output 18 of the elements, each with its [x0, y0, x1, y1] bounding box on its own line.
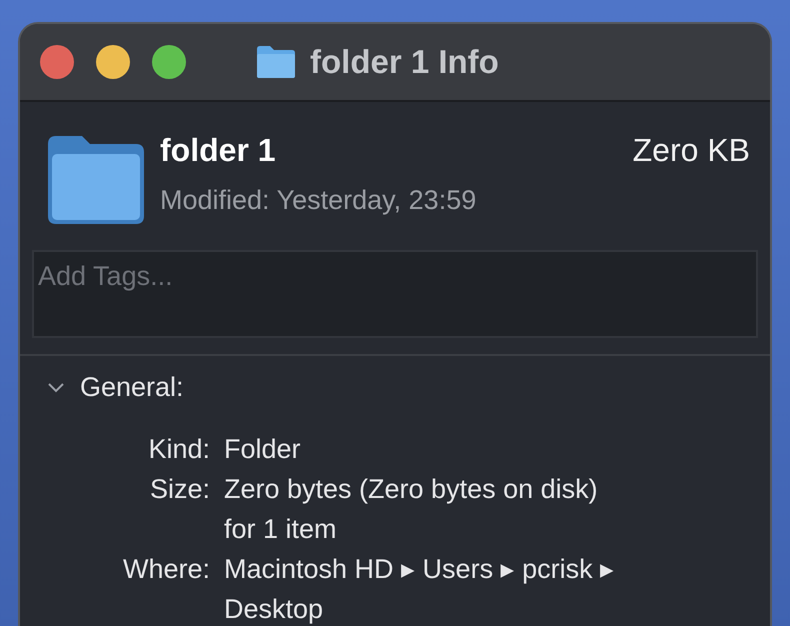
file-size: Zero KB — [632, 132, 750, 169]
window-title: folder 1 Info — [310, 43, 499, 81]
zoom-button[interactable] — [152, 45, 186, 79]
property-value: Folder — [224, 433, 302, 466]
minimize-button[interactable] — [96, 45, 130, 79]
property-value: Zero bytes (Zero bytes on disk) for 1 item — [224, 473, 599, 546]
file-name: folder 1 — [160, 132, 277, 169]
property-label: Size: — [148, 473, 210, 506]
section-title: General: — [80, 372, 184, 403]
property-label: Kind: — [147, 433, 210, 466]
folder-icon — [256, 45, 296, 79]
folder-icon — [46, 134, 146, 226]
tags-field[interactable]: Add Tags... — [32, 250, 758, 338]
property-label: Where: — [122, 553, 210, 586]
property-value: Macintosh HD ▸ Users ▸ pcrisk ▸ Desktop — [224, 553, 616, 626]
close-button[interactable] — [40, 45, 74, 79]
modified-date: Modified: Yesterday, 23:59 — [160, 185, 476, 216]
general-section-header[interactable]: General: — [46, 372, 758, 403]
